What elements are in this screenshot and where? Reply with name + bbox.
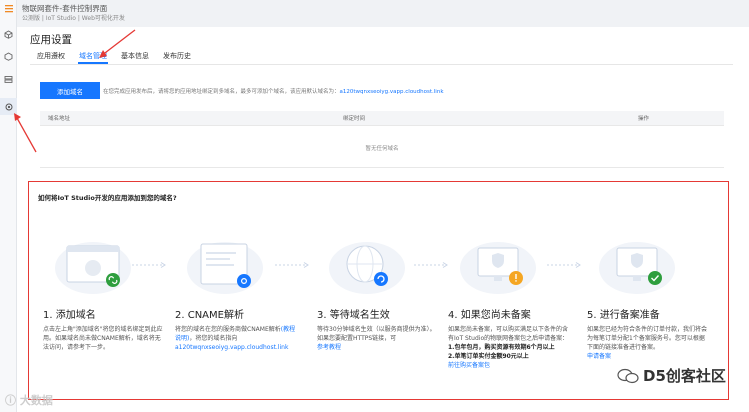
document-gear-icon xyxy=(187,242,263,294)
column-bind-time: 绑定时间 xyxy=(343,116,366,122)
globe-loading-icon xyxy=(329,242,405,294)
settings-icon[interactable] xyxy=(0,98,17,115)
step-4-condition-1: 1.包年包月，购买资源有效期6个月以上 xyxy=(448,344,555,351)
tab-basic-info[interactable]: 基本信息 xyxy=(114,49,156,63)
buy-filing-package-link[interactable]: 前往购买备案包 xyxy=(448,362,490,369)
tab-bar: 应用遵权 域名管理 基本信息 发布历史 xyxy=(30,49,198,65)
help-title: 如何将IoT Studio开发的应用添加到您的域名? xyxy=(38,194,177,202)
arrow-right-icon xyxy=(275,262,309,268)
top-bar: 物联网套件-套件控制界面 公测版 | IoT Studio | Web可视化开发 xyxy=(17,0,749,27)
apply-filing-link[interactable]: 申请备案 xyxy=(587,353,611,360)
main-content: 应用设置 应用遵权 域名管理 基本信息 发布历史 添加域名 在您完成应用发布后，… xyxy=(17,27,749,412)
arrow-right-icon xyxy=(132,262,166,268)
tab-domain-management[interactable]: 域名管理 xyxy=(72,49,114,64)
page-title: 应用设置 xyxy=(30,34,72,46)
step-1-heading: 1. 添加域名 xyxy=(43,310,96,321)
tab-app-authorization[interactable]: 应用遵权 xyxy=(30,49,72,63)
breadcrumb: 公测版 | IoT Studio | Web可视化开发 xyxy=(22,15,125,22)
step-2-desc-text: 将您的域名在您的服务商做CNAME解析 xyxy=(175,326,281,333)
step-3-desc-text: 等待30分钟域名生效（以服务商提供为准）。如果您要配置HTTPS链接，可 xyxy=(317,326,436,342)
tab-release-history[interactable]: 发布历史 xyxy=(156,49,198,63)
chat-bubble-icon xyxy=(617,368,639,383)
watermark-left: ⓘ 大数据 xyxy=(5,394,53,407)
step-4-desc-text: 如果您尚未备案，可以购买满足以下条件的含有IoT Studio的物联网备案包之后… xyxy=(448,326,569,342)
step-1-desc: 点击左上角"添加域名"将您的域名绑定到此应用。如果域名尚未做CNAME解析，域名… xyxy=(43,326,163,351)
reference-tutorial-link[interactable]: 参考教程 xyxy=(317,344,341,351)
step-5-desc: 如果您已经为符合条件的订单付款，我们将会为每笔订单分配1个备案服务号。您可以根据… xyxy=(587,325,709,361)
add-domain-button[interactable]: 添加域名 xyxy=(40,82,100,99)
column-actions: 操作 xyxy=(638,116,650,122)
column-domain-address: 域名地址 xyxy=(48,116,71,122)
menu-icon[interactable] xyxy=(0,0,17,17)
cube-icon[interactable] xyxy=(0,26,17,43)
add-domain-tip: 在您完成应用发布后，请将您的应用地址绑定到多域名，最多可添加个域名，该应用默认域… xyxy=(103,87,444,95)
step-2-desc-text-2: ，将您的域名指向 xyxy=(189,335,238,342)
monitor-check-icon xyxy=(599,242,675,294)
step-2-desc: 将您的域名在您的服务商做CNAME解析(教程说明)，将您的域名指向 a120tw… xyxy=(175,325,297,352)
tabs-divider xyxy=(30,64,733,65)
domain-table: 域名地址 绑定时间 操作 暂无任何域名 xyxy=(40,111,724,168)
step-4-heading: 4. 如果您尚未备案 xyxy=(448,310,531,321)
server-icon[interactable] xyxy=(0,71,17,88)
arrow-right-icon xyxy=(414,262,448,268)
arrow-right-icon xyxy=(547,262,581,268)
left-rail xyxy=(0,0,17,412)
step-4-desc: 如果您尚未备案，可以购买满足以下条件的含有IoT Studio的物联网备案包之后… xyxy=(448,325,570,370)
monitor-warning-icon xyxy=(460,242,536,294)
add-domain-tip-text: 在您完成应用发布后，请将您的应用地址绑定到多域名，最多可添加个域名，该应用默认域… xyxy=(103,89,340,95)
watermark-right-text: D5创客社区 xyxy=(643,367,726,385)
table-header: 域名地址 绑定时间 操作 xyxy=(40,111,724,126)
step-5-desc-text: 如果您已经为符合条件的订单付款，我们将会为每笔订单分配1个备案服务号。您可以根据… xyxy=(587,326,708,351)
package-icon[interactable] xyxy=(0,48,17,65)
watermark-right: D5创客社区 xyxy=(617,365,726,386)
browser-link-icon xyxy=(55,242,131,294)
step-4-condition-2: 2.单笔订单实付金额90元以上 xyxy=(448,353,529,360)
default-domain-link[interactable]: a120twqnxseoiyg.vapp.cloudhost.link xyxy=(340,89,444,95)
step-5-heading: 5. 进行备案准备 xyxy=(587,310,660,321)
step-3-heading: 3. 等待域名生效 xyxy=(317,310,390,321)
step-3-desc: 等待30分钟域名生效（以服务商提供为准）。如果您要配置HTTPS链接，可 参考教… xyxy=(317,325,439,352)
table-body: 暂无任何域名 xyxy=(40,126,724,168)
empty-state-text: 暂无任何域名 xyxy=(365,146,399,152)
step-2-heading: 2. CNAME解析 xyxy=(175,310,244,321)
cname-target-link[interactable]: a120twqnxseoiyg.vapp.cloudhost.link xyxy=(175,344,288,351)
